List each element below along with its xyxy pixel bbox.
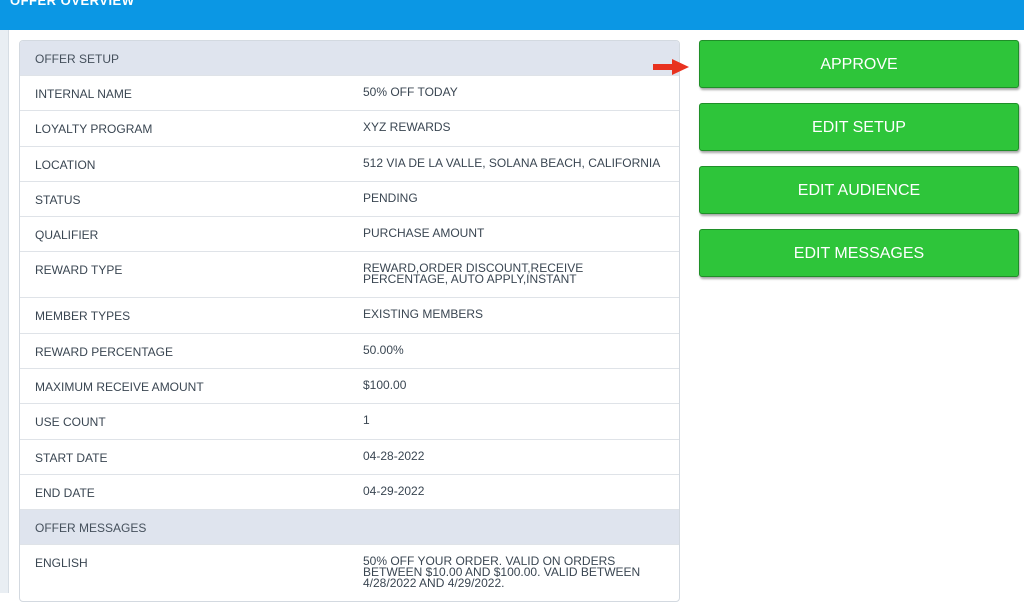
- row-label: USE COUNT: [35, 415, 106, 429]
- detail-row-loyalty-program: LOYALTY PROGRAM XYZ REWARDS: [20, 111, 679, 147]
- detail-row-maximum-receive-amount: MAXIMUM RECEIVE AMOUNT $100.00: [20, 369, 679, 404]
- row-label: INTERNAL NAME: [35, 87, 132, 101]
- red-arrow-right-icon: [653, 59, 689, 75]
- row-value: 50.00%: [363, 343, 404, 357]
- row-label: LOCATION: [35, 158, 96, 172]
- row-value: 50% OFF TODAY: [363, 85, 458, 99]
- edit-messages-button[interactable]: EDIT MESSAGES: [699, 229, 1019, 277]
- page-title: OFFER OVERVIEW: [10, 0, 135, 8]
- row-value: 50% OFF YOUR ORDER. VALID ON ORDERS BETW…: [363, 554, 641, 590]
- row-value: 512 VIA DE LA VALLE, SOLANA BEACH, CALIF…: [363, 156, 661, 170]
- row-label: MEMBER TYPES: [35, 309, 131, 323]
- row-label: QUALIFIER: [35, 228, 99, 242]
- row-label: STATUS: [35, 193, 81, 207]
- row-label: LOYALTY PROGRAM: [35, 122, 153, 136]
- section-label: OFFER SETUP: [35, 52, 120, 66]
- top-header-bar: OFFER OVERVIEW: [0, 0, 1024, 30]
- detail-row-reward-percentage: REWARD PERCENTAGE 50.00%: [20, 334, 679, 369]
- detail-row-member-types: MEMBER TYPES EXISTING MEMBERS: [20, 298, 679, 334]
- detail-row-start-date: START DATE 04-28-2022: [20, 440, 679, 475]
- row-value: $100.00: [363, 378, 407, 392]
- row-value: EXISTING MEMBERS: [363, 307, 484, 321]
- section-header-offer-messages: OFFER MESSAGES: [20, 510, 679, 545]
- row-value: PENDING: [363, 191, 418, 205]
- row-value: 04-29-2022: [363, 484, 425, 498]
- row-value: 04-28-2022: [363, 449, 425, 463]
- offer-details-panel: OFFER SETUP INTERNAL NAME 50% OFF TODAY …: [19, 40, 680, 602]
- detail-row-use-count: USE COUNT 1: [20, 404, 679, 440]
- detail-row-location: LOCATION 512 VIA DE LA VALLE, SOLANA BEA…: [20, 147, 679, 182]
- edit-audience-button[interactable]: EDIT AUDIENCE: [699, 166, 1019, 214]
- edit-setup-button[interactable]: EDIT SETUP: [699, 103, 1019, 151]
- detail-row-internal-name: INTERNAL NAME 50% OFF TODAY: [20, 76, 679, 111]
- row-label: ENGLISH: [35, 556, 88, 570]
- detail-row-end-date: END DATE 04-29-2022: [20, 475, 679, 510]
- detail-row-status: STATUS PENDING: [20, 182, 679, 217]
- detail-row-qualifier: QUALIFIER PURCHASE AMOUNT: [20, 217, 679, 252]
- section-label: OFFER MESSAGES: [35, 521, 147, 535]
- approve-button[interactable]: APPROVE: [699, 40, 1019, 88]
- row-value: PURCHASE AMOUNT: [363, 226, 485, 240]
- row-label: REWARD PERCENTAGE: [35, 345, 174, 359]
- detail-row-english-message: ENGLISH 50% OFF YOUR ORDER. VALID ON ORD…: [20, 545, 679, 601]
- row-value: REWARD,ORDER DISCOUNT,RECEIVE PERCENTAGE…: [363, 261, 584, 286]
- row-value: 1: [363, 413, 370, 427]
- detail-row-reward-type: REWARD TYPE REWARD,ORDER DISCOUNT,RECEIV…: [20, 252, 679, 298]
- row-value: XYZ REWARDS: [363, 120, 451, 134]
- row-label: MAXIMUM RECEIVE AMOUNT: [35, 380, 204, 394]
- section-header-offer-setup: OFFER SETUP: [20, 41, 679, 76]
- left-sidebar-edge: [0, 30, 9, 593]
- row-label: START DATE: [35, 451, 108, 465]
- row-label: REWARD TYPE: [35, 263, 123, 277]
- row-label: END DATE: [35, 486, 95, 500]
